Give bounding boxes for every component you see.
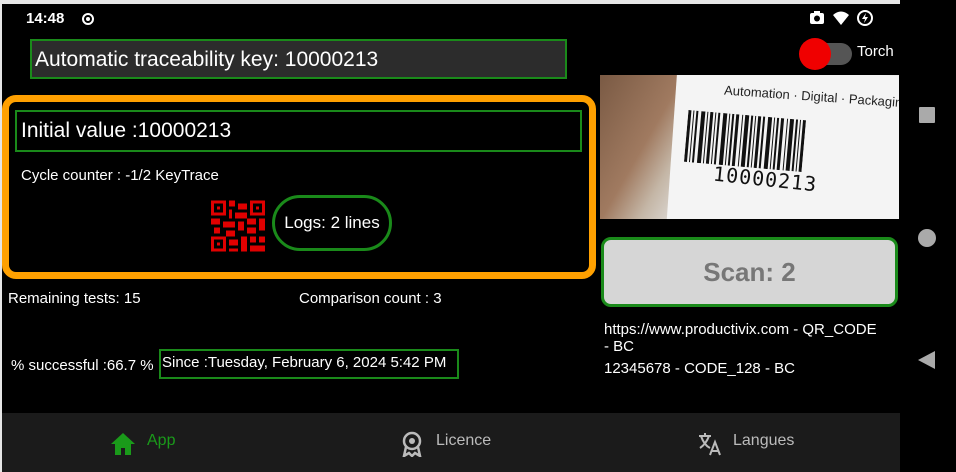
status-time: 14:48 bbox=[26, 10, 65, 27]
nav-langues[interactable]: Langues bbox=[733, 432, 794, 450]
nav-app[interactable]: App bbox=[147, 432, 175, 450]
bottom-navigation: App Licence Langues bbox=[2, 413, 900, 472]
initial-value-field[interactable]: Initial value :10000213 bbox=[15, 110, 582, 152]
translate-icon[interactable] bbox=[697, 431, 723, 457]
barcode-image bbox=[683, 109, 807, 173]
recents-button[interactable] bbox=[919, 107, 935, 123]
record-icon bbox=[82, 13, 94, 25]
success-rate: % successful :66.7 % bbox=[11, 357, 154, 374]
home-button[interactable] bbox=[918, 229, 936, 247]
traceability-key-field[interactable]: Automatic traceability key: 10000213 bbox=[30, 39, 567, 79]
back-button[interactable] bbox=[918, 351, 935, 369]
scan-result-2: 12345678 - CODE_128 - BC bbox=[604, 360, 795, 377]
scan-result-1-cont: - BC bbox=[604, 338, 634, 355]
torch-label: Torch bbox=[857, 43, 894, 60]
screenshot-icon bbox=[810, 11, 824, 24]
logs-button[interactable]: Logs: 2 lines bbox=[272, 195, 392, 251]
award-icon[interactable] bbox=[399, 431, 425, 457]
home-icon[interactable] bbox=[110, 431, 136, 457]
app-screen: 14:48 Automatic traceability key: 100002… bbox=[2, 4, 900, 472]
camera-preview: Automation · Digital · Packaging 1000021… bbox=[600, 75, 899, 219]
battery-saver-icon bbox=[857, 10, 873, 26]
remaining-tests: Remaining tests: 15 bbox=[8, 290, 141, 307]
nav-licence[interactable]: Licence bbox=[436, 432, 491, 450]
torch-toggle[interactable] bbox=[799, 38, 831, 70]
wifi-icon bbox=[833, 11, 849, 25]
scan-result-1: https://www.productivix.com - QR_CODE bbox=[604, 321, 877, 338]
qr-code-icon[interactable] bbox=[211, 200, 265, 252]
scan-button[interactable]: Scan: 2 bbox=[601, 237, 898, 307]
cycle-counter: Cycle counter : -1/2 KeyTrace bbox=[21, 167, 219, 184]
comparison-count: Comparison count : 3 bbox=[299, 290, 442, 307]
since-date-field[interactable]: Since :Tuesday, February 6, 2024 5:42 PM bbox=[159, 349, 459, 379]
